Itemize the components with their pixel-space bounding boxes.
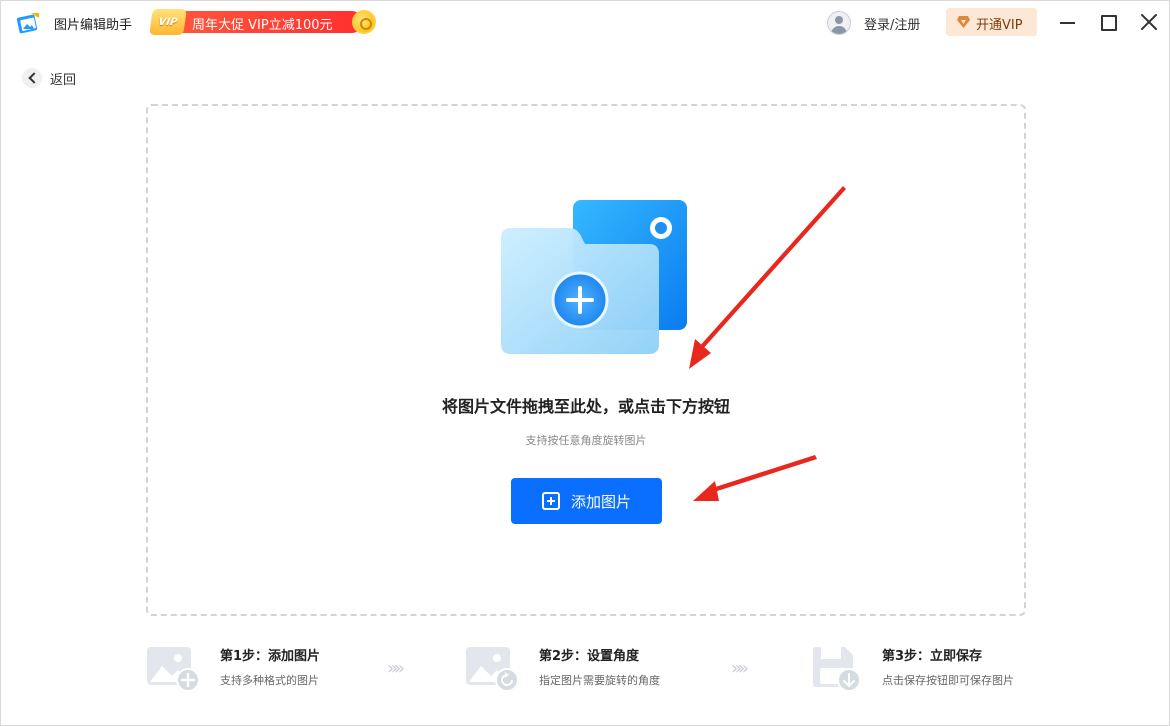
image-add-icon <box>147 647 200 692</box>
close-button[interactable] <box>1137 10 1161 34</box>
promo-text: 周年大促 VIP立减100元 <box>192 18 333 33</box>
step-3-desc: 点击保存按钮即可保存图片 <box>882 674 1014 687</box>
step-2-desc: 指定图片需要旋转的角度 <box>539 674 660 687</box>
minimize-button[interactable] <box>1056 10 1080 34</box>
maximize-button[interactable] <box>1096 10 1120 34</box>
back-button[interactable]: 返回 <box>22 67 76 89</box>
image-rotate-icon <box>466 647 519 692</box>
step-1-desc: 支持多种格式的图片 <box>220 674 319 687</box>
save-download-icon <box>813 647 861 692</box>
add-image-button[interactable]: 添加图片 <box>511 478 662 524</box>
avatar[interactable] <box>827 11 851 35</box>
chevron-left-icon <box>22 68 42 88</box>
diamond-icon <box>957 16 970 28</box>
close-icon <box>1141 14 1157 30</box>
folder-add-illustration-icon <box>501 200 687 354</box>
open-vip-label: 开通VIP <box>976 18 1023 33</box>
add-image-label: 添加图片 <box>570 492 631 511</box>
back-label: 返回 <box>50 72 77 88</box>
login-register-link[interactable]: 登录/注册 <box>864 14 920 33</box>
coin-icon <box>352 10 376 34</box>
plus-square-icon <box>541 492 560 510</box>
step-3-title: 第3步：立即保存 <box>882 649 983 664</box>
promo-vip-badge: VIP <box>149 9 187 35</box>
promo-banner[interactable]: VIP 周年大促 VIP立减100元 <box>149 9 376 37</box>
step-separator-icon: »» <box>387 658 405 679</box>
step-2-title: 第2步：设置角度 <box>539 649 640 664</box>
app-title: 图片编辑助手 <box>54 18 133 33</box>
image-drop-zone[interactable]: 将图片文件拖拽至此处，或点击下方按钮 支持按任意角度旋转图片 添加图片 <box>146 104 1026 616</box>
app-logo-icon <box>16 13 39 34</box>
open-vip-button[interactable]: 开通VIP <box>946 8 1037 36</box>
drop-zone-subtitle: 支持按任意角度旋转图片 <box>525 434 647 447</box>
drop-zone-title: 将图片文件拖拽至此处，或点击下方按钮 <box>441 397 730 416</box>
title-bar: 图片编辑助手 VIP 周年大促 VIP立减100元 登录/注册 开通VIP <box>1 1 1169 43</box>
step-separator-icon: »» <box>731 658 749 679</box>
step-1-title: 第1步：添加图片 <box>220 649 321 664</box>
